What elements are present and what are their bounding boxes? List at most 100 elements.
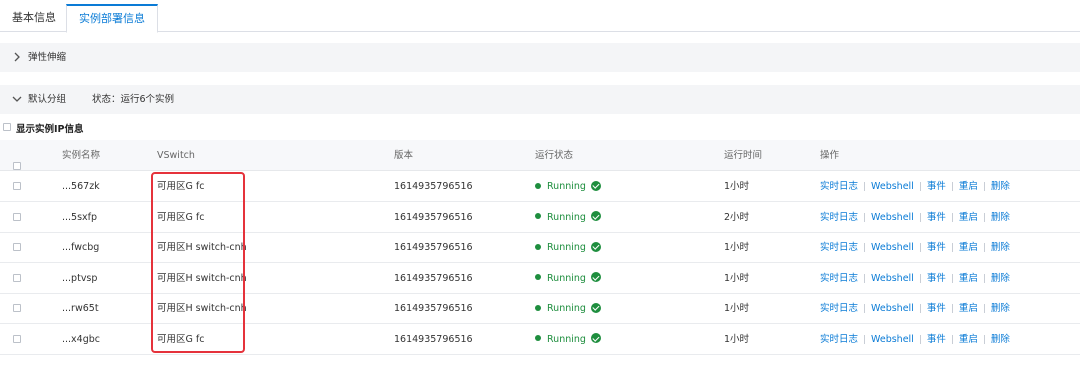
ops-separator [919, 304, 921, 313]
check-circle-icon [590, 180, 601, 191]
instance-status: Running [535, 233, 601, 263]
ops-separator [951, 243, 953, 252]
op-link-0[interactable]: 实时日志 [820, 242, 858, 253]
op-link-0[interactable]: 实时日志 [820, 303, 858, 314]
op-link-3[interactable]: 重启 [959, 334, 978, 345]
elastic-scaling-panel[interactable]: 弹性伸缩 [0, 43, 1080, 72]
header-ops: 操作 [820, 150, 840, 161]
ops-separator [864, 212, 866, 222]
op-link-0[interactable]: 实时日志 [820, 181, 858, 192]
instance-status: Running [535, 264, 601, 294]
row-actions: 实时日志 Webshell 事件 重启 删除 [820, 172, 1010, 202]
op-link-2[interactable]: 事件 [927, 273, 946, 284]
tab-instance-deploy-info[interactable]: 实例部署信息 [66, 4, 158, 33]
row-checkbox[interactable] [13, 304, 21, 312]
show-ip-option[interactable]: 显示实例IP信息 [3, 122, 84, 135]
ops-separator [919, 243, 921, 252]
op-link-4[interactable]: 删除 [991, 273, 1010, 284]
header-name: 实例名称 [62, 150, 101, 161]
op-link-4[interactable]: 删除 [991, 242, 1010, 253]
op-link-1[interactable]: Webshell [871, 273, 914, 284]
check-circle-icon [590, 302, 601, 313]
ops-separator [919, 334, 921, 344]
row-checkbox[interactable] [13, 273, 21, 282]
op-link-3[interactable]: 重启 [959, 242, 978, 253]
op-link-0[interactable]: 实时日志 [820, 334, 858, 345]
status-text: Running [547, 333, 586, 345]
ops-separator [919, 182, 921, 191]
ops-separator [983, 273, 985, 283]
row-actions: 实时日志 Webshell 事件 重启 删除 [820, 264, 1010, 294]
status-dot-icon [535, 335, 541, 341]
status-text: Running [547, 242, 586, 253]
status-text: Running [547, 211, 586, 223]
instance-uptime: 2小时 [724, 211, 750, 223]
instance-version: 1614935796516 [394, 303, 473, 314]
instance-version: 1614935796516 [394, 211, 473, 223]
op-link-2[interactable]: 事件 [927, 242, 946, 253]
op-link-1[interactable]: Webshell [871, 181, 914, 192]
instance-uptime: 1小时 [724, 303, 750, 314]
op-link-3[interactable]: 重启 [959, 303, 978, 314]
op-link-3[interactable]: 重启 [959, 273, 978, 284]
op-link-1[interactable]: Webshell [871, 334, 914, 345]
ops-separator [983, 182, 985, 191]
instance-name: ...fwcbg [62, 242, 100, 253]
instance-status: Running [535, 325, 601, 355]
status-dot-icon [535, 304, 541, 311]
op-link-1[interactable]: Webshell [871, 242, 914, 253]
op-link-4[interactable]: 删除 [991, 303, 1010, 314]
row-checkbox[interactable] [13, 212, 21, 221]
group-status-text: 状态：运行6个实例 [92, 94, 175, 105]
row-checkbox[interactable] [13, 243, 21, 251]
status-dot-icon [535, 274, 541, 280]
instance-uptime: 1小时 [724, 272, 750, 284]
op-link-3[interactable]: 重启 [959, 181, 978, 192]
ops-separator [864, 334, 866, 344]
status-text: Running [547, 181, 586, 192]
header-version: 版本 [394, 150, 414, 161]
tab-basic-info[interactable]: 基本信息 [0, 4, 68, 32]
instance-status: Running [535, 203, 601, 233]
op-link-2[interactable]: 事件 [927, 303, 946, 314]
row-checkbox[interactable] [13, 182, 21, 190]
op-link-1[interactable]: Webshell [871, 212, 914, 223]
show-ip-label: 显示实例IP信息 [16, 124, 84, 135]
op-link-2[interactable]: 事件 [927, 212, 946, 223]
ops-separator [951, 212, 953, 222]
status-text: Running [547, 303, 586, 314]
status-text: Running [547, 272, 586, 284]
chevron-right-icon [11, 51, 23, 63]
instance-status: Running [535, 172, 601, 202]
ops-separator [983, 212, 985, 222]
op-link-2[interactable]: 事件 [927, 181, 946, 192]
check-circle-icon [590, 211, 601, 221]
check-circle-icon [590, 241, 601, 252]
op-link-0[interactable]: 实时日志 [820, 273, 858, 284]
op-link-3[interactable]: 重启 [959, 212, 978, 223]
chevron-down-icon [11, 93, 23, 105]
op-link-4[interactable]: 删除 [991, 181, 1010, 192]
instance-uptime: 1小时 [724, 333, 750, 345]
ops-separator [919, 273, 921, 283]
ops-separator [919, 212, 921, 222]
op-link-4[interactable]: 删除 [991, 334, 1010, 345]
op-link-2[interactable]: 事件 [927, 334, 946, 345]
instance-version: 1614935796516 [394, 272, 473, 284]
row-actions: 实时日志 Webshell 事件 重启 删除 [820, 325, 1010, 355]
ops-separator [951, 334, 953, 344]
ops-separator [951, 273, 953, 283]
ops-separator [864, 273, 866, 283]
row-actions: 实时日志 Webshell 事件 重启 删除 [820, 294, 1010, 324]
row-checkbox[interactable] [13, 334, 21, 343]
vswitch-highlight-box [151, 172, 245, 353]
ops-separator [983, 334, 985, 344]
ops-separator [951, 304, 953, 313]
op-link-1[interactable]: Webshell [871, 303, 914, 314]
elastic-scaling-label: 弹性伸缩 [28, 52, 67, 63]
default-group-panel[interactable]: 默认分组 状态：运行6个实例 [0, 85, 1080, 114]
show-ip-checkbox[interactable] [3, 123, 11, 131]
op-link-4[interactable]: 删除 [991, 212, 1010, 223]
op-link-0[interactable]: 实时日志 [820, 212, 858, 223]
instance-uptime: 1小时 [724, 242, 750, 253]
